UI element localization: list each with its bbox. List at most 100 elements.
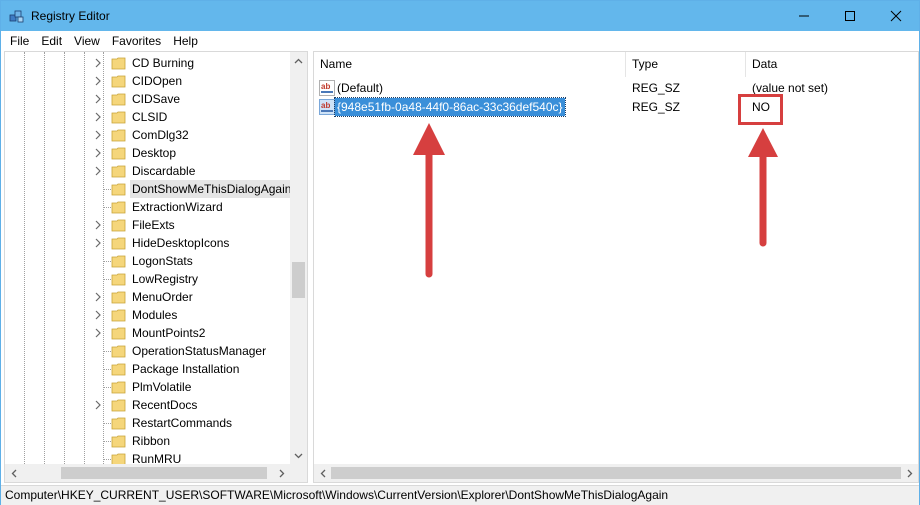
tree-item[interactable]: MenuOrder: [5, 288, 290, 306]
tree-horizontal-scrollbar[interactable]: [5, 464, 290, 482]
svg-text:ab: ab: [321, 101, 330, 110]
chevron-right-icon[interactable]: [92, 165, 104, 177]
tree-item[interactable]: OperationStatusManager: [5, 342, 290, 360]
chevron-right-icon[interactable]: [92, 111, 104, 123]
tree-item[interactable]: LogonStats: [5, 252, 290, 270]
values-list-pane[interactable]: Name Type Data ab (Default) REG_SZ (valu…: [313, 51, 919, 483]
tree-item-label: LogonStats: [132, 254, 193, 268]
tree-item[interactable]: Ribbon: [5, 432, 290, 450]
reg-string-ab-icon: ab: [319, 99, 335, 115]
tree-item[interactable]: DontShowMeThisDialogAgain: [5, 180, 294, 198]
scroll-left-arrow[interactable]: [5, 464, 22, 482]
list-horizontal-scrollbar[interactable]: [314, 464, 918, 482]
tree-item[interactable]: CLSID: [5, 108, 290, 126]
column-header-type[interactable]: Type: [626, 52, 746, 77]
tree-item[interactable]: RestartCommands: [5, 414, 290, 432]
value-row-default[interactable]: ab (Default) REG_SZ (value not set): [314, 78, 914, 98]
menu-file[interactable]: File: [4, 31, 35, 51]
tree-item-label: MenuOrder: [132, 290, 193, 304]
minimize-button[interactable]: [781, 1, 827, 31]
folder-icon: [111, 129, 126, 142]
tree-item[interactable]: RecentDocs: [5, 396, 290, 414]
list-horizontal-thumb[interactable]: [331, 467, 901, 479]
tree-connector: [103, 279, 111, 280]
chevron-right-icon[interactable]: [92, 399, 104, 411]
key-tree-pane[interactable]: CD Burning CIDOpen CIDSave CLSID ComDlg32 Des…: [4, 51, 308, 483]
tree-item[interactable]: Desktop: [5, 144, 290, 162]
chevron-right-icon[interactable]: [92, 291, 104, 303]
value-name[interactable]: {948e51fb-0a48-44f0-86ac-33c36def540c}: [334, 97, 566, 117]
tree-item[interactable]: LowRegistry: [5, 270, 290, 288]
folder-icon: [111, 255, 126, 268]
tree-item-label: RestartCommands: [132, 416, 233, 430]
chevron-right-icon[interactable]: [92, 57, 104, 69]
chevron-right-icon[interactable]: [92, 327, 104, 339]
column-header-data[interactable]: Data: [746, 52, 918, 77]
folder-icon: [111, 219, 126, 232]
chevron-right-icon[interactable]: [92, 93, 104, 105]
tree-item[interactable]: CIDSave: [5, 90, 290, 108]
reg-string-ab-icon: ab: [319, 80, 335, 96]
chevron-right-icon[interactable]: [92, 237, 104, 249]
menu-edit[interactable]: Edit: [35, 31, 68, 51]
close-button[interactable]: [873, 1, 919, 31]
folder-icon: [111, 345, 126, 358]
registry-cubes-icon: [9, 10, 24, 23]
scroll-left-arrow[interactable]: [314, 464, 331, 482]
folder-icon: [111, 93, 126, 106]
tree-item[interactable]: Modules: [5, 306, 290, 324]
folder-icon: [111, 201, 126, 214]
folder-icon: [111, 273, 126, 286]
value-type: REG_SZ: [632, 81, 681, 95]
tree-horizontal-thumb[interactable]: [61, 467, 267, 479]
tree-vertical-thumb[interactable]: [292, 262, 305, 298]
window-title: Registry Editor: [31, 9, 110, 23]
tree-item-label: RecentDocs: [132, 398, 198, 412]
tree-item[interactable]: FileExts: [5, 216, 290, 234]
chevron-up-icon: [294, 58, 303, 63]
folder-icon: [111, 165, 126, 178]
red-arrow-up-icon: [748, 128, 778, 247]
scroll-right-arrow[interactable]: [273, 464, 290, 482]
tree-item[interactable]: CIDOpen: [5, 72, 290, 90]
chevron-right-icon[interactable]: [92, 219, 104, 231]
menu-favorites[interactable]: Favorites: [106, 31, 167, 51]
registry-editor-window: Registry Editor File Edit View Favorites…: [0, 0, 920, 505]
chevron-right-icon[interactable]: [92, 129, 104, 141]
value-type: REG_SZ: [632, 100, 681, 114]
scroll-right-arrow[interactable]: [901, 464, 918, 482]
chevron-right-icon[interactable]: [92, 309, 104, 321]
folder-icon: [111, 399, 126, 412]
tree-vertical-scrollbar[interactable]: [290, 52, 307, 464]
red-arrow-up-icon: [413, 123, 445, 278]
tree-item[interactable]: Discardable: [5, 162, 290, 180]
status-bar-path: Computer\HKEY_CURRENT_USER\SOFTWARE\Micr…: [1, 485, 919, 505]
folder-icon: [111, 291, 126, 304]
chevron-right-icon[interactable]: [92, 147, 104, 159]
tree-item[interactable]: Package Installation: [5, 360, 290, 378]
column-header-name[interactable]: Name: [314, 52, 626, 77]
tree-item-label: Discardable: [132, 164, 196, 178]
title-bar[interactable]: Registry Editor: [1, 1, 919, 31]
scroll-down-arrow[interactable]: [290, 447, 307, 464]
tree-item[interactable]: ComDlg32: [5, 126, 290, 144]
value-row-selected[interactable]: ab {948e51fb-0a48-44f0-86ac-33c36def540c…: [314, 97, 914, 117]
folder-icon: [111, 111, 126, 124]
scroll-up-arrow[interactable]: [290, 52, 307, 69]
menu-help[interactable]: Help: [167, 31, 204, 51]
tree-item[interactable]: CD Burning: [5, 54, 290, 72]
tree-item-label: CLSID: [132, 110, 168, 124]
tree-connector: [103, 369, 111, 370]
tree-item[interactable]: PlmVolatile: [5, 378, 290, 396]
chevron-right-icon[interactable]: [92, 75, 104, 87]
maximize-button[interactable]: [827, 1, 873, 31]
tree-item-label: PlmVolatile: [132, 380, 192, 394]
tree-item[interactable]: MountPoints2: [5, 324, 290, 342]
close-icon: [890, 10, 902, 22]
menu-view[interactable]: View: [68, 31, 106, 51]
tree-item-label: Ribbon: [132, 434, 171, 448]
tree-item[interactable]: ExtractionWizard: [5, 198, 290, 216]
tree-item[interactable]: HideDesktopIcons: [5, 234, 290, 252]
tree-item-label: ComDlg32: [132, 128, 189, 142]
tree-item-label: Package Installation: [132, 362, 240, 376]
